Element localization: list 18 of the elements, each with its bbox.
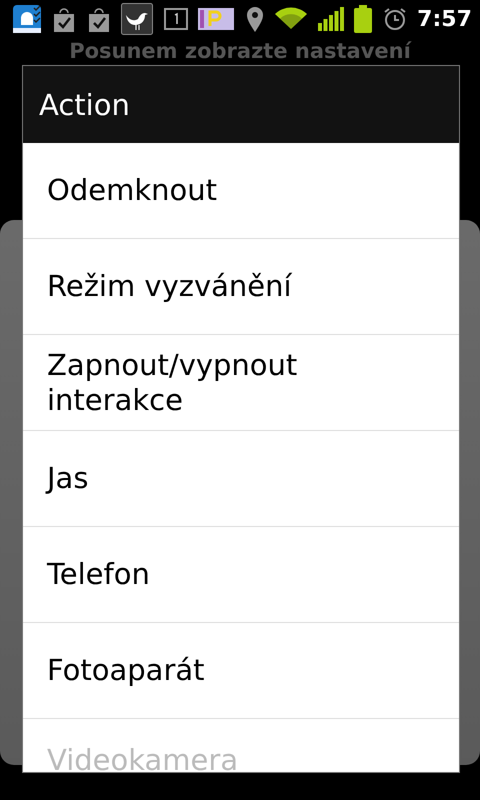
action-item[interactable]: Režim vyzvánění xyxy=(23,239,459,335)
action-item[interactable]: Zapnout/vypnout interakce xyxy=(23,335,459,431)
bird-icon xyxy=(121,3,154,35)
wifi-icon xyxy=(275,7,308,31)
action-item[interactable]: Odemknout xyxy=(23,143,459,239)
app-icon xyxy=(12,4,42,34)
dialog-title: Action xyxy=(23,66,459,143)
action-item[interactable]: Telefon xyxy=(23,527,459,623)
parking-icon xyxy=(198,8,234,30)
calendar-icon xyxy=(164,8,188,30)
action-item[interactable]: Jas xyxy=(23,431,459,527)
action-item[interactable]: Fotoaparát xyxy=(23,623,459,719)
signal-icon xyxy=(318,7,344,31)
location-pin-icon xyxy=(244,5,265,33)
alarm-clock-icon xyxy=(382,7,407,31)
clock-time: 7:57 xyxy=(417,6,472,32)
screen-title: Posunem zobrazte nastavení xyxy=(68,39,412,65)
battery-icon xyxy=(354,5,372,33)
